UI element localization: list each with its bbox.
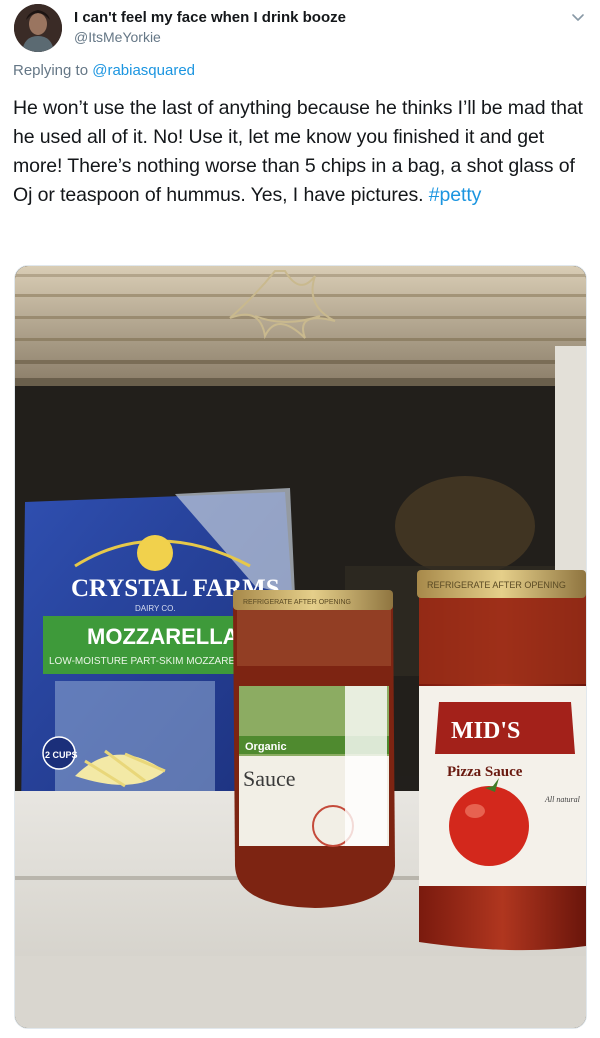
cheese-cups: 2 CUPS: [45, 750, 78, 760]
jar2-lid: REFRIGERATE AFTER OPENING: [427, 580, 566, 590]
jar2-brand: MID'S: [451, 718, 520, 744]
jar1-lid: REFRIGERATE AFTER OPENING: [243, 599, 351, 606]
reply-to-link[interactable]: @rabiasquared: [92, 62, 195, 79]
user-avatar[interactable]: [14, 4, 62, 52]
hashtag-link[interactable]: #petty: [429, 184, 482, 206]
jar1-label: Sauce: [243, 766, 296, 791]
chevron-down-icon[interactable]: [570, 9, 586, 25]
avatar-image: [14, 4, 62, 52]
display-name[interactable]: I can't feel my face when I drink booze: [74, 9, 346, 26]
user-handle[interactable]: @ItsMeYorkie: [74, 29, 161, 45]
jar2-tag: All natural: [544, 795, 581, 804]
tweet-header: I can't feel my face when I drink booze …: [12, 3, 588, 55]
jar1-sublabel: Organic: [245, 741, 287, 753]
sauce-jar-small: Organic Sauce REFRIGERATE AFTER OPENING: [233, 590, 395, 908]
tweet-photo[interactable]: CRYSTAL FARMS DAIRY CO. MOZZARELLA LOW-M…: [14, 265, 587, 1029]
reply-context: Replying to @rabiasquared: [13, 62, 195, 79]
tweet-text: He won’t use the last of anything becaus…: [13, 94, 585, 210]
reply-prefix: Replying to: [13, 62, 89, 79]
cheese-subbrand: DAIRY CO.: [135, 604, 176, 613]
jar2-label: Pizza Sauce: [447, 764, 523, 780]
tweet-body: He won’t use the last of anything becaus…: [13, 97, 583, 206]
pizza-sauce-jar: MID'S Pizza Sauce All natural REFRIGERAT…: [417, 570, 586, 951]
cheese-type: MOZZARELLA: [87, 624, 239, 649]
photo-scene: CRYSTAL FARMS DAIRY CO. MOZZARELLA LOW-M…: [15, 266, 586, 1028]
